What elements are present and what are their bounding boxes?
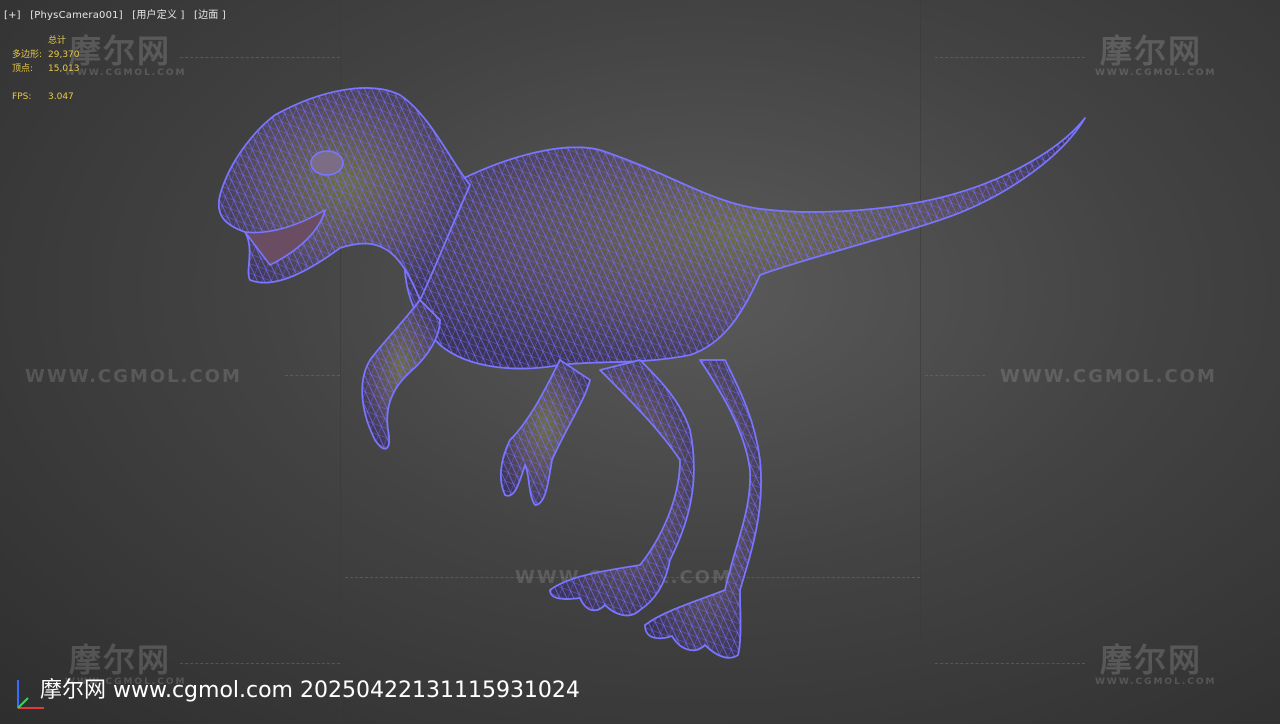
stats-polygons-label: 多边形: [12,50,43,60]
viewport[interactable]: 摩尔网 WWW.CGMOL.COM 摩尔网 WWW.CGMOL.COM 摩尔网 … [0,0,1280,724]
stats-fps-row: FPS: 3.047 [12,90,80,104]
viewport-statistics: 总计 多边形: 29,370 顶点: 15,013 FPS: 3.047 [12,34,80,104]
stats-fps-value: 3.047 [48,92,74,102]
stats-fps-label: FPS: [12,92,32,102]
dinosaur-wireframe-model[interactable] [0,0,1280,724]
viewport-menu-plus[interactable]: [+] [4,10,21,21]
stats-vertices-value: 15,013 [48,64,80,74]
stats-vertices-label: 顶点: [12,64,34,74]
viewport-label-bar: [+] [PhysCamera001] [用户定义 ] [边面 ] [4,6,232,21]
viewport-shading-label[interactable]: [用户定义 ] [132,10,184,21]
footer-watermark: 摩尔网 www.cgmol.com 20250422131115931024 [40,678,580,703]
viewport-camera-label[interactable]: [PhysCamera001] [30,10,123,21]
stats-polygons-value: 29,370 [48,50,80,60]
stats-vertices-row: 顶点: 15,013 [12,62,80,76]
stats-polygons-row: 多边形: 29,370 [12,48,80,62]
viewport-display-mode-label[interactable]: [边面 ] [194,10,226,21]
stats-header: 总计 [48,36,67,46]
